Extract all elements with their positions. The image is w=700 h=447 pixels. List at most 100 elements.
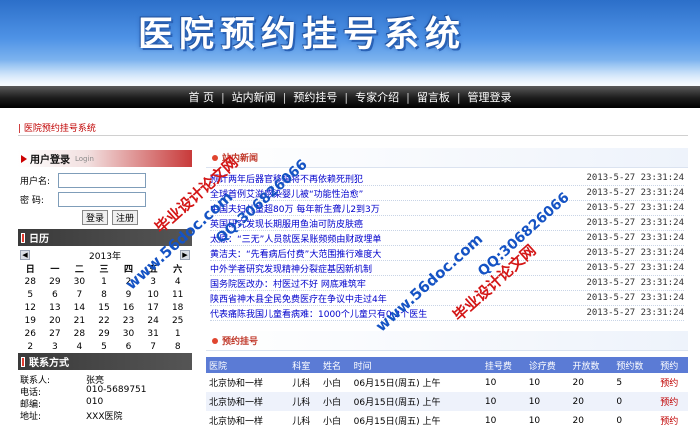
calendar-day[interactable]: 7 bbox=[141, 340, 166, 353]
news-link[interactable]: 中外学者研究发现精神分裂症基因新机制 bbox=[210, 262, 372, 275]
calendar-day[interactable]: 25 bbox=[165, 314, 190, 327]
weekday-label: 一 bbox=[50, 265, 60, 275]
news-link[interactable]: 陕西省神木县全民免费医疗在争议中走过4年 bbox=[210, 292, 387, 305]
calendar-day[interactable]: 30 bbox=[116, 327, 141, 340]
calendar-week: 26 27 28 29 30 31 1 bbox=[18, 327, 190, 340]
news-link[interactable]: 中国夫妇儿童超80万 每年新生聋儿2到3万 bbox=[210, 202, 380, 215]
calendar-day[interactable]: 9 bbox=[116, 288, 141, 301]
news-date: 2013-5-27 23:31:24 bbox=[586, 203, 684, 213]
login-form: 用户名: 密 码: 登录 注册 bbox=[18, 167, 192, 229]
news-link[interactable]: 代表痛陈我国儿童看病难：1000个儿童只有0.2个医生 bbox=[210, 307, 427, 320]
calendar-day[interactable]: 4 bbox=[165, 275, 190, 288]
column-header: 医院 bbox=[206, 357, 290, 373]
calendar-day[interactable]: 29 bbox=[92, 327, 117, 340]
table-cell: 北京协和一样 bbox=[209, 417, 264, 427]
news-link[interactable]: 太原：“三无”人员就医呆账频频由财政埋单 bbox=[210, 232, 381, 245]
password-input[interactable] bbox=[58, 191, 146, 207]
calendar-day[interactable]: 5 bbox=[18, 288, 43, 301]
calendar-day[interactable]: 21 bbox=[67, 314, 92, 327]
nav-appointment[interactable]: 预约挂号 bbox=[286, 89, 344, 105]
calendar-day[interactable]: 24 bbox=[141, 314, 166, 327]
news-link[interactable]: 全球首例艾滋感染婴儿被“功能性治愈” bbox=[210, 187, 363, 200]
calendar-day[interactable]: 28 bbox=[67, 327, 92, 340]
contact-row: 电话: 010-5689751 bbox=[20, 385, 190, 398]
news-date: 2013-5-27 23:31:24 bbox=[586, 188, 684, 198]
bar-icon bbox=[21, 232, 25, 243]
calendar-day[interactable]: 30 bbox=[67, 275, 92, 288]
nav-guestbook[interactable]: 留言板 bbox=[410, 89, 457, 105]
calendar-day[interactable]: 19 bbox=[18, 314, 43, 327]
nav-news[interactable]: 站内新闻 bbox=[225, 89, 283, 105]
table-row: 北京协和一样 儿科 小白 06月15日(周五) 上午 10 10 20 0 预约 bbox=[206, 392, 688, 411]
site-title: 医院预约挂号系统 bbox=[138, 15, 467, 55]
calendar-day[interactable]: 13 bbox=[43, 301, 68, 314]
table-cell: 北京协和一样 bbox=[206, 392, 290, 411]
column-header: 开放数 bbox=[569, 357, 614, 373]
book-link[interactable]: 预约 bbox=[657, 392, 688, 411]
calendar-day[interactable]: 27 bbox=[43, 327, 68, 340]
nav-home[interactable]: 首 页 bbox=[181, 89, 221, 105]
calendar-day[interactable]: 29 bbox=[43, 275, 68, 288]
calendar-day[interactable]: 23 bbox=[116, 314, 141, 327]
calendar-day[interactable]: 16 bbox=[116, 301, 141, 314]
prev-month-icon[interactable]: ◀ bbox=[20, 250, 30, 260]
calendar-day[interactable]: 2 bbox=[116, 275, 141, 288]
calendar-day[interactable]: 26 bbox=[18, 327, 43, 340]
calendar-day[interactable]: 1 bbox=[165, 327, 190, 340]
column-header: 预约 bbox=[657, 357, 688, 373]
register-button[interactable]: 注册 bbox=[112, 210, 139, 225]
contact-row: 联系人: 张亮 bbox=[20, 373, 190, 386]
login-button[interactable]: 登录 bbox=[82, 210, 109, 225]
book-link[interactable]: 预约 bbox=[657, 411, 688, 430]
calendar-day[interactable]: 1 bbox=[92, 275, 117, 288]
news-item: 代表痛陈我国儿童看病难：1000个儿童只有0.2个医生 2013-5-27 23:… bbox=[210, 306, 684, 321]
calendar-day[interactable]: 2 bbox=[18, 340, 43, 353]
news-item: 英国研究发现长期服用鱼油可防皮肤癌 2013-5-27 23:31:24 bbox=[210, 216, 684, 231]
contact-row: 地址: XXX医院 bbox=[20, 409, 190, 422]
calendar-day[interactable]: 6 bbox=[116, 340, 141, 353]
table-cell: 北京协和一样 bbox=[209, 379, 264, 389]
calendar-day[interactable]: 22 bbox=[92, 314, 117, 327]
contact-title: 联系方式 bbox=[29, 358, 69, 369]
calendar-week: 28 29 30 1 2 3 4 bbox=[18, 275, 190, 288]
calendar-day[interactable]: 12 bbox=[18, 301, 43, 314]
calendar-day[interactable]: 11 bbox=[165, 288, 190, 301]
username-input[interactable] bbox=[58, 172, 146, 188]
calendar-day[interactable]: 5 bbox=[92, 340, 117, 353]
calendar: ◀ 2013年 ▶ 日一二三四五六 28 29 30 1 2 3 4 5 6 7 8 9 10 11 12 1… bbox=[18, 246, 192, 353]
contact-key: 地址: bbox=[20, 412, 42, 422]
calendar-day[interactable]: 8 bbox=[92, 288, 117, 301]
main-nav: 首 页 | 站内新闻 | 预约挂号 | 专家介绍 | 留言板 | 管理登录 bbox=[0, 86, 700, 108]
book-link[interactable]: 预约 bbox=[657, 373, 688, 392]
news-link[interactable]: 预计两年后器官移植将不再依赖死刑犯 bbox=[210, 172, 363, 185]
column-header: 科室 bbox=[289, 357, 320, 373]
calendar-day[interactable]: 14 bbox=[67, 301, 92, 314]
nav-experts[interactable]: 专家介绍 bbox=[348, 89, 406, 105]
calendar-day[interactable]: 4 bbox=[67, 340, 92, 353]
calendar-day[interactable]: 3 bbox=[43, 340, 68, 353]
news-link[interactable]: 英国研究发现长期服用鱼油可防皮肤癌 bbox=[210, 217, 363, 230]
news-link[interactable]: 国务院医改办：村医过不好 网底难筑牢 bbox=[210, 277, 366, 290]
calendar-day[interactable]: 3 bbox=[141, 275, 166, 288]
calendar-day[interactable]: 18 bbox=[165, 301, 190, 314]
news-item: 太原：“三无”人员就医呆账频频由财政埋单 2013-5-27 23:31:24 bbox=[210, 231, 684, 246]
calendar-day[interactable]: 8 bbox=[165, 340, 190, 353]
calendar-title: 日历 bbox=[29, 234, 49, 245]
calendar-day[interactable]: 31 bbox=[141, 327, 166, 340]
calendar-day[interactable]: 15 bbox=[92, 301, 117, 314]
table-cell: 06月15日(周五) 上午 bbox=[353, 379, 441, 389]
weekday-label: 五 bbox=[148, 265, 158, 275]
calendar-day[interactable]: 6 bbox=[43, 288, 68, 301]
calendar-day[interactable]: 10 bbox=[141, 288, 166, 301]
next-month-icon[interactable]: ▶ bbox=[180, 250, 190, 260]
table-cell: 儿科 bbox=[292, 379, 311, 389]
calendar-day[interactable]: 28 bbox=[18, 275, 43, 288]
calendar-day[interactable]: 7 bbox=[67, 288, 92, 301]
login-header: 用户登录 Login bbox=[18, 150, 192, 167]
nav-admin-login[interactable]: 管理登录 bbox=[461, 89, 519, 105]
left-sidebar: 用户登录 Login 用户名: 密 码: 登录 注册 日历 ◀ 2013年 ▶ … bbox=[18, 150, 192, 424]
calendar-day[interactable]: 17 bbox=[141, 301, 166, 314]
news-link[interactable]: 黄洁夫：“先看病后付费”大范围推行难度大 bbox=[210, 247, 381, 260]
calendar-day[interactable]: 20 bbox=[43, 314, 68, 327]
table-cell: 小白 bbox=[319, 392, 351, 411]
